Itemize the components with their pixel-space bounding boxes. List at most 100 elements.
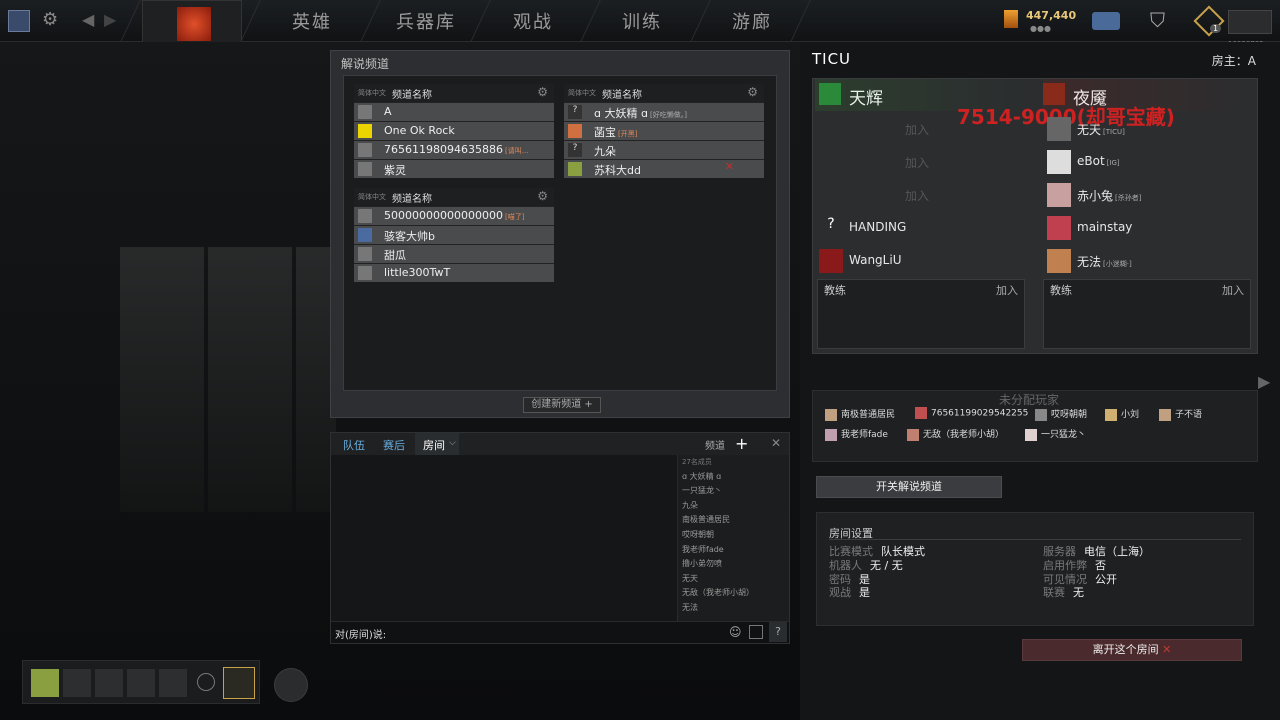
party-bar [22, 660, 260, 704]
back-icon[interactable]: ◀ [82, 10, 94, 29]
unassigned-title: 未分配玩家 [999, 393, 1060, 407]
list-item[interactable]: 一只猛龙丶 [678, 484, 789, 499]
close-icon[interactable]: ✕ [771, 436, 781, 450]
empty-party-slot[interactable] [95, 669, 123, 697]
list-item[interactable]: 76561199029542255 [915, 407, 1028, 421]
gear-icon[interactable]: ⚙ [747, 85, 758, 99]
list-item[interactable]: 骇客大帅b [354, 226, 554, 244]
empty-slot[interactable]: 加入 [815, 179, 1025, 210]
nav-tab-heroes[interactable]: 英雄 [292, 8, 332, 34]
close-icon[interactable]: ✕ [725, 160, 734, 173]
list-item[interactable]: 哎呀朝朝 [1035, 407, 1087, 421]
toggle-broadcast-button[interactable]: 开关解说频道 [816, 476, 1002, 498]
hero-card [120, 247, 204, 512]
player-slot[interactable]: 无法 [小迷糊·] [1043, 245, 1253, 276]
list-item[interactable]: 紫灵 [354, 160, 554, 178]
coach-join-button[interactable]: 加入 [996, 282, 1018, 298]
emoji-icon[interactable]: ☺ [729, 625, 742, 639]
badge-icon[interactable] [1193, 5, 1225, 37]
chat-input-prefix: 对(房间)说: [335, 630, 387, 641]
list-item[interactable]: little300TwT [354, 264, 554, 282]
help-button[interactable]: ? [769, 622, 787, 642]
list-item[interactable]: 我老师fade [678, 543, 789, 558]
nav-tab-learn[interactable]: 训练 [622, 8, 662, 34]
channel-label[interactable]: 频道 [705, 437, 725, 452]
list-item[interactable]: 南极普通居民 [825, 407, 895, 421]
room-icon[interactable] [1228, 10, 1272, 34]
image-icon[interactable] [749, 625, 763, 639]
list-item[interactable]: 子不语 [1159, 407, 1202, 421]
list-item[interactable]: A [354, 103, 554, 121]
list-item[interactable]: ? 九朵 [564, 141, 764, 159]
chat-input[interactable]: 对(房间)说: ☺ ? [331, 621, 789, 643]
currency-dots: ●●● [1030, 24, 1051, 33]
tab-post-game[interactable]: 赛后 [383, 437, 405, 453]
list-item[interactable]: 无敌（我老师小胡） [678, 586, 789, 601]
mail-icon[interactable] [1092, 12, 1120, 30]
list-item[interactable]: 我老师fade [825, 427, 888, 441]
dota-plus-icon[interactable] [8, 10, 30, 32]
list-item[interactable]: 无敌（我老师小胡） [907, 427, 1004, 441]
empty-party-slot[interactable] [159, 669, 187, 697]
list-item[interactable]: 50000000000000000 [喵了] [354, 207, 554, 225]
currency-icon [1004, 10, 1018, 28]
list-item[interactable]: 哎呀朝朝 [678, 528, 789, 543]
gear-icon[interactable]: ⚙ [537, 189, 548, 203]
gear-icon[interactable]: ⚙ [537, 85, 548, 99]
list-item[interactable]: 南极普通居民 [678, 513, 789, 528]
friends-icon[interactable] [274, 668, 308, 702]
player-slot[interactable]: eBot [IG] [1043, 146, 1253, 177]
list-item[interactable]: 76561198094635886 [请叫... [354, 141, 554, 159]
dire-coach-slot: 教练 加入 [1043, 279, 1251, 349]
forward-icon[interactable]: ▶ [104, 10, 116, 29]
avatar [907, 428, 919, 441]
list-item[interactable]: 一只猛龙丶 [1025, 427, 1086, 441]
nav-tab-watch[interactable]: 观战 [513, 8, 553, 34]
list-item[interactable]: 无天 [678, 572, 789, 587]
chevron-right-icon[interactable]: ▶ [1258, 372, 1270, 391]
create-channel-button[interactable]: 创建新频道 + [523, 397, 601, 413]
channel-2: 简体中文 频道名称 ⚙ ? ɑ 大妖精 ɑ [好吃懒做。] 菡宝 [开黑] ? 九朵 苏科大… [564, 84, 764, 178]
coach-join-button[interactable]: 加入 [1222, 282, 1244, 298]
list-item[interactable]: 九朵 [678, 499, 789, 514]
nav-tab-arcade[interactable]: 游廊 [732, 8, 772, 34]
channel-language: 简体中文 [358, 89, 386, 97]
player-slot[interactable]: 无天 [TICU] [1043, 113, 1253, 144]
empty-party-slot[interactable] [127, 669, 155, 697]
player-slot[interactable]: ? HANDING [815, 212, 1025, 243]
setting-row: 联赛无 [1043, 586, 1084, 599]
nav-tab-armory[interactable]: 兵器库 [396, 8, 456, 34]
avatar [1047, 216, 1071, 240]
player-slot[interactable]: 赤小兔 [杀孙者] [1043, 179, 1253, 210]
avatar [358, 209, 372, 223]
list-item[interactable]: 小刘 [1105, 407, 1139, 421]
add-icon[interactable]: + [735, 434, 748, 453]
headset-icon[interactable] [197, 673, 215, 691]
trophy-icon[interactable]: ⛉ [1150, 8, 1165, 32]
list-item[interactable]: 苏科大dd ✕ [564, 160, 764, 178]
list-item[interactable]: 撸小弟勿喷 [678, 557, 789, 572]
list-item[interactable]: 菡宝 [开黑] [564, 122, 764, 140]
dota-logo[interactable] [142, 0, 242, 48]
list-item[interactable]: ? ɑ 大妖精 ɑ [好吃懒做。] [564, 103, 764, 121]
list-item[interactable]: 无法 [678, 601, 789, 616]
chevron-down-icon[interactable]: ⌵ [449, 438, 456, 448]
tab-room[interactable]: 房间 [423, 437, 445, 453]
player-slot[interactable]: WangLiU [815, 245, 1025, 276]
empty-slot[interactable]: 加入 [815, 146, 1025, 177]
player-slot[interactable]: mainstay [1043, 212, 1253, 243]
radiant-coach-slot: 教练 加入 [817, 279, 1025, 349]
dire-team: 夜魇 7514-9000(却哥宝藏) 无天[TICU] eBot[IG] 赤小兔… [957, 79, 1255, 279]
avatar[interactable] [31, 669, 59, 697]
leave-room-button[interactable]: 离开这个房间 ✕ [1022, 639, 1242, 661]
list-item[interactable]: 甜瓜 [354, 245, 554, 263]
settings-icon[interactable]: ⚙ [42, 9, 58, 30]
empty-party-slot[interactable] [63, 669, 91, 697]
tab-team[interactable]: 队伍 [343, 437, 365, 453]
list-item[interactable]: One Ok Rock [354, 122, 554, 140]
list-item[interactable]: ɑ 大妖精 ɑ [678, 470, 789, 485]
avatar [358, 247, 372, 261]
avatar [358, 266, 372, 280]
avatar [358, 162, 372, 176]
rank-badge-icon[interactable] [223, 667, 255, 699]
